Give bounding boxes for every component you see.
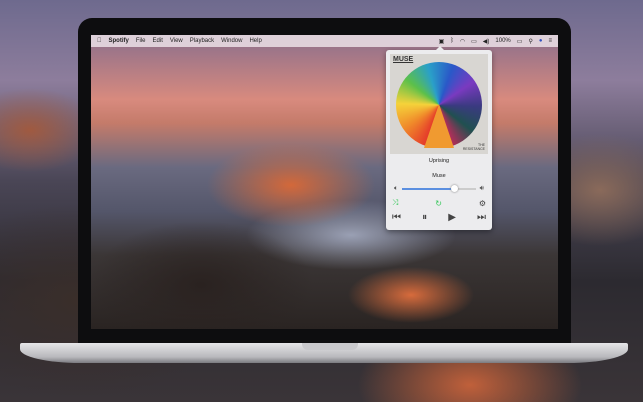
- wifi-icon[interactable]: ◠: [460, 38, 465, 45]
- track-artist: Muse: [432, 173, 446, 179]
- menu-edit[interactable]: Edit: [153, 38, 163, 44]
- battery-icon: ▭: [516, 38, 523, 45]
- menu-bar:  Spotify File Edit View Playback Window…: [91, 35, 558, 47]
- bluetooth-icon[interactable]: ᛒ: [450, 38, 454, 44]
- airplay-icon[interactable]: ▭: [471, 38, 477, 45]
- laptop-base: [20, 343, 628, 363]
- menu-playback[interactable]: Playback: [190, 38, 214, 44]
- album-logo: MUSE: [393, 56, 414, 63]
- menu-app[interactable]: Spotify: [109, 38, 129, 44]
- battery-percent[interactable]: 100%: [495, 38, 510, 44]
- apple-icon[interactable]: : [97, 38, 102, 44]
- volume-high-icon: 🔊︎: [479, 185, 484, 192]
- shuffle-icon[interactable]: ⤨: [392, 198, 398, 208]
- spotlight-icon[interactable]: ⚲: [528, 38, 532, 45]
- mini-player-popup: MUSE THE RESISTANCE Uprising Muse 🔈︎ 🔊︎ …: [386, 46, 492, 230]
- settings-gear-icon[interactable]: ⚙: [479, 199, 486, 208]
- previous-track-button[interactable]: ⏮︎: [392, 212, 401, 223]
- laptop-notch: [302, 343, 358, 350]
- next-track-button[interactable]: ⏭︎: [477, 212, 486, 223]
- menu-file[interactable]: File: [136, 38, 146, 44]
- menu-window[interactable]: Window: [221, 38, 242, 44]
- pause-button[interactable]: ⏸︎: [422, 212, 427, 223]
- siri-icon[interactable]: ●: [539, 38, 543, 44]
- play-button[interactable]: ▶︎: [448, 212, 456, 223]
- volume-knob[interactable]: [450, 185, 458, 192]
- album-art: MUSE THE RESISTANCE: [390, 54, 488, 154]
- volume-slider[interactable]: [402, 185, 476, 192]
- menu-view[interactable]: View: [170, 38, 183, 44]
- volume-fill: [402, 188, 454, 190]
- volume-low-icon: 🔈︎: [394, 185, 399, 192]
- laptop-screen:  Spotify File Edit View Playback Window…: [91, 35, 558, 329]
- track-title: Uprising: [428, 158, 450, 164]
- menu-help[interactable]: Help: [249, 38, 261, 44]
- notification-center-icon[interactable]: ≡: [548, 38, 552, 44]
- volume-control: 🔈︎ 🔊︎: [394, 184, 484, 194]
- mini-player-status-icon[interactable]: ▣: [439, 38, 445, 45]
- album-art-road: [424, 104, 454, 148]
- repeat-icon[interactable]: ↻: [435, 199, 442, 208]
- volume-icon[interactable]: ◀): [483, 38, 490, 45]
- album-title: THE RESISTANCE: [462, 143, 485, 151]
